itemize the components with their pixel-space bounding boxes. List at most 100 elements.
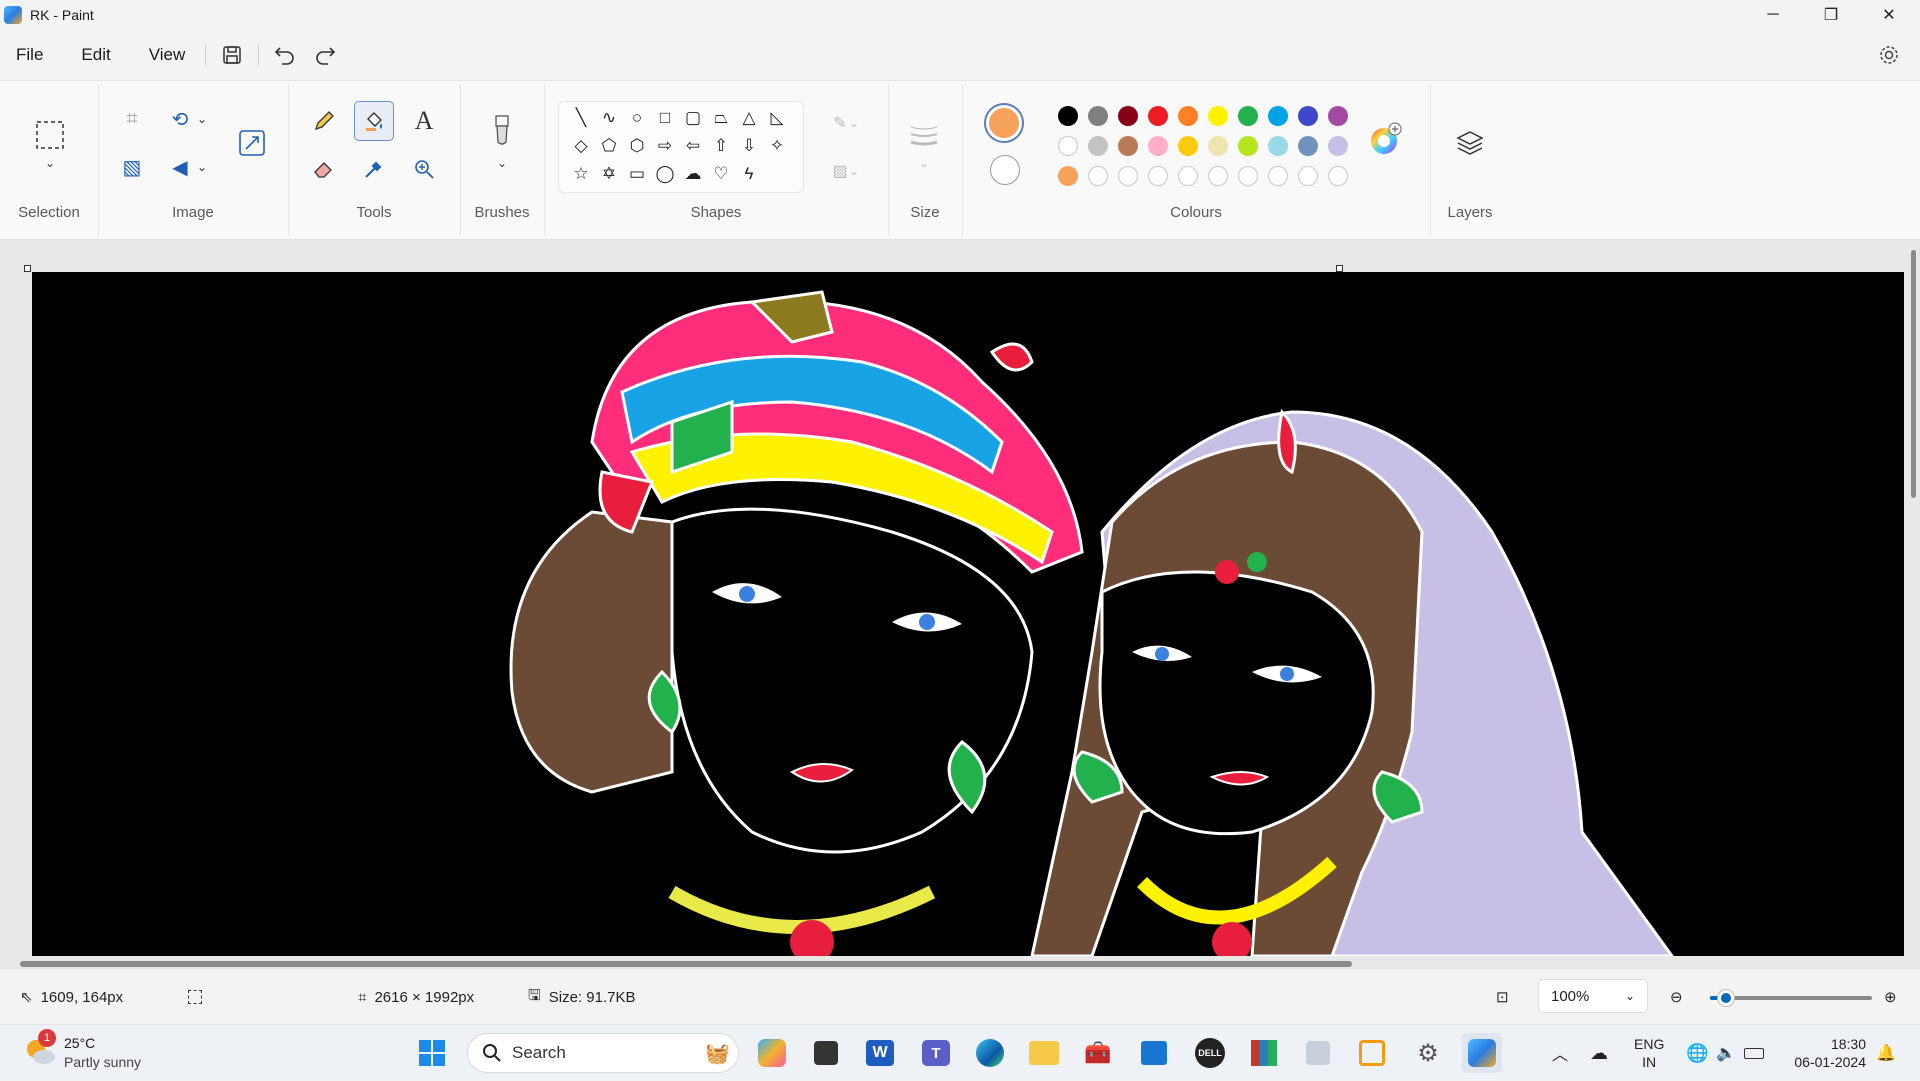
- palette-color-swatch[interactable]: [1088, 106, 1108, 126]
- maximize-button[interactable]: ❐: [1802, 0, 1860, 30]
- palette-color-swatch[interactable]: [1268, 136, 1288, 156]
- eraser-button[interactable]: [304, 149, 344, 189]
- taskbar-app-file-explorer[interactable]: [1024, 1033, 1064, 1073]
- taskbar-app-word[interactable]: W: [860, 1033, 900, 1073]
- empty-color-slot[interactable]: [1118, 166, 1138, 186]
- palette-color-swatch[interactable]: [1148, 106, 1168, 126]
- taskbar-app-snipping[interactable]: [1352, 1033, 1392, 1073]
- empty-color-slot[interactable]: [1148, 166, 1168, 186]
- tray-overflow-button[interactable]: ︿: [1552, 1025, 1568, 1081]
- fit-to-window-button[interactable]: ⊡: [1496, 969, 1509, 1025]
- taskbar-app-edge[interactable]: [970, 1033, 1010, 1073]
- empty-color-slot[interactable]: [1298, 166, 1318, 186]
- size-dropdown[interactable]: ⌄: [904, 153, 944, 173]
- shape-rounded-rectangle[interactable]: ▢: [681, 106, 705, 130]
- taskbar-app-teams[interactable]: T: [916, 1033, 956, 1073]
- redo-button[interactable]: [305, 38, 345, 72]
- drawing-canvas[interactable]: [32, 272, 1904, 956]
- vertical-scroll-thumb[interactable]: [1911, 250, 1916, 498]
- network-button[interactable]: 🌐: [1686, 1025, 1708, 1081]
- resize-button[interactable]: [232, 123, 272, 163]
- settings-button[interactable]: [1872, 38, 1906, 72]
- shape-cloud-callout[interactable]: ☁: [681, 162, 705, 186]
- palette-color-swatch[interactable]: [1208, 106, 1228, 126]
- shape-lightning[interactable]: ϟ: [737, 162, 761, 186]
- notifications-button[interactable]: 🔔: [1876, 1025, 1896, 1081]
- taskbar-search[interactable]: Search 🧺: [467, 1033, 739, 1073]
- shape-rectangle[interactable]: □: [653, 106, 677, 130]
- language-indicator[interactable]: ENG IN: [1634, 1025, 1664, 1081]
- taskbar-app-terminal[interactable]: [806, 1033, 846, 1073]
- resize-handle[interactable]: [24, 265, 31, 272]
- custom-color-swatch[interactable]: [1058, 166, 1078, 186]
- shape-six-point-star[interactable]: ✡: [597, 162, 621, 186]
- zoom-slider-knob[interactable]: [1718, 990, 1735, 1006]
- primary-color-button[interactable]: [984, 103, 1024, 143]
- close-button[interactable]: ✕: [1860, 0, 1918, 30]
- palette-color-swatch[interactable]: [1118, 106, 1138, 126]
- brushes-button[interactable]: [482, 111, 522, 151]
- undo-button[interactable]: [265, 38, 305, 72]
- shape-right-arrow[interactable]: ⇨: [653, 134, 677, 158]
- empty-color-slot[interactable]: [1208, 166, 1228, 186]
- size-button[interactable]: [904, 115, 944, 155]
- shape-polygon[interactable]: ⏢: [709, 106, 733, 130]
- clock[interactable]: 18:30 06-01-2024: [1786, 1025, 1866, 1081]
- shape-five-point-star[interactable]: ☆: [569, 162, 593, 186]
- flip-dropdown[interactable]: ⌄: [192, 147, 212, 187]
- empty-color-slot[interactable]: [1088, 166, 1108, 186]
- taskbar-app-winrar[interactable]: [1244, 1033, 1284, 1073]
- volume-button[interactable]: 🔈: [1716, 1025, 1736, 1081]
- shape-right-triangle[interactable]: ◺: [765, 106, 789, 130]
- text-button[interactable]: A: [404, 101, 444, 141]
- taskbar-app-utility[interactable]: [1298, 1033, 1338, 1073]
- layers-button[interactable]: [1450, 123, 1490, 163]
- palette-color-swatch[interactable]: [1118, 136, 1138, 156]
- shape-up-arrow[interactable]: ⇧: [709, 134, 733, 158]
- empty-color-slot[interactable]: [1328, 166, 1348, 186]
- palette-color-swatch[interactable]: [1178, 136, 1198, 156]
- pencil-button[interactable]: [304, 101, 344, 141]
- vertical-scrollbar[interactable]: [1906, 240, 1920, 956]
- shape-rect-callout[interactable]: ▭: [625, 162, 649, 186]
- empty-color-slot[interactable]: [1178, 166, 1198, 186]
- shape-four-point-star[interactable]: ✧: [765, 134, 789, 158]
- weather-widget[interactable]: 1: [22, 1029, 62, 1073]
- taskbar-app-settings[interactable]: ⚙: [1408, 1033, 1448, 1073]
- rotate-dropdown[interactable]: ⌄: [192, 99, 212, 139]
- shape-down-arrow[interactable]: ⇩: [737, 134, 761, 158]
- horizontal-scroll-thumb[interactable]: [20, 961, 1352, 967]
- save-button[interactable]: [212, 38, 252, 72]
- palette-color-swatch[interactable]: [1058, 136, 1078, 156]
- zoom-dropdown[interactable]: 100% ⌄: [1538, 979, 1648, 1013]
- battery-button[interactable]: [1744, 1025, 1764, 1081]
- palette-color-swatch[interactable]: [1238, 106, 1258, 126]
- zoom-out-button[interactable]: ⊖: [1670, 969, 1683, 1025]
- shape-heart[interactable]: ♡: [709, 162, 733, 186]
- shape-hexagon[interactable]: ⬡: [625, 134, 649, 158]
- secondary-color-button[interactable]: [990, 155, 1020, 185]
- fill-style-dropdown[interactable]: ⌄: [844, 151, 864, 191]
- edit-colors-button[interactable]: [1368, 121, 1404, 157]
- palette-color-swatch[interactable]: [1178, 106, 1198, 126]
- palette-color-swatch[interactable]: [1328, 136, 1348, 156]
- outline-dropdown[interactable]: ⌄: [844, 103, 864, 143]
- palette-color-swatch[interactable]: [1298, 106, 1318, 126]
- fill-button[interactable]: [354, 101, 394, 141]
- palette-color-swatch[interactable]: [1058, 106, 1078, 126]
- taskbar-app-tools[interactable]: 🧰: [1078, 1033, 1118, 1073]
- taskbar-app-dell[interactable]: DELL: [1190, 1033, 1230, 1073]
- taskbar-app-store[interactable]: [1134, 1033, 1174, 1073]
- menu-edit[interactable]: Edit: [67, 38, 124, 72]
- zoom-slider[interactable]: [1710, 990, 1872, 1006]
- magnifier-button[interactable]: [404, 149, 444, 189]
- minimize-button[interactable]: ─: [1744, 0, 1802, 30]
- empty-color-slot[interactable]: [1268, 166, 1288, 186]
- color-picker-button[interactable]: [354, 149, 394, 189]
- brushes-dropdown[interactable]: ⌄: [482, 153, 522, 173]
- selection-dropdown[interactable]: ⌄: [30, 153, 70, 173]
- resize-handle[interactable]: [1336, 265, 1343, 272]
- palette-color-swatch[interactable]: [1148, 136, 1168, 156]
- zoom-in-button[interactable]: ⊕: [1884, 969, 1897, 1025]
- palette-color-swatch[interactable]: [1238, 136, 1258, 156]
